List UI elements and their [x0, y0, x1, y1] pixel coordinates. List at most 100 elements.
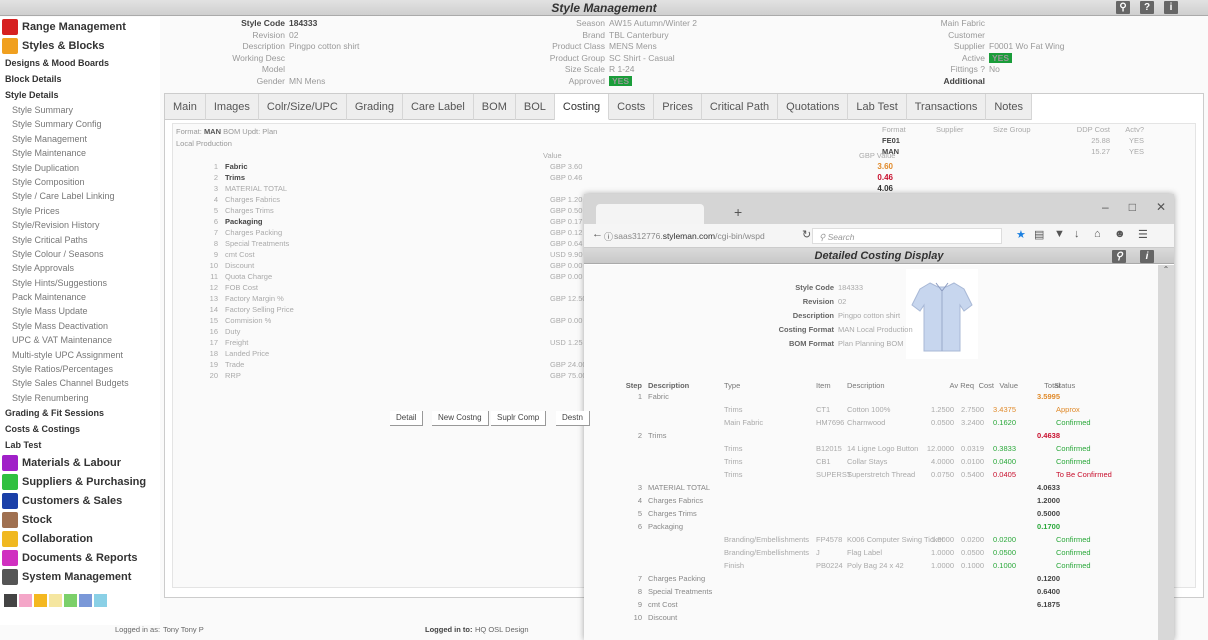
sidebar-item[interactable]: Style Renumbering	[0, 391, 160, 405]
sidebar: Range Management Styles & Blocks Designs &…	[0, 17, 160, 625]
bank-icon[interactable]	[19, 594, 32, 608]
tab-images[interactable]: Images	[206, 94, 259, 120]
format-code[interactable]: MAN	[882, 147, 899, 156]
search-icon[interactable]	[4, 594, 17, 608]
item-description: 14 Ligne Logo Button	[847, 444, 919, 453]
info-circle-icon[interactable]: ⓘ	[604, 230, 613, 243]
sidebar-module-system-management[interactable]: System Management	[0, 567, 160, 586]
emoji-icon[interactable]: ☻	[1114, 228, 1126, 240]
clock-icon[interactable]	[34, 594, 47, 608]
tab-main[interactable]: Main	[165, 94, 206, 120]
sidebar-item[interactable]: Style / Care Label Linking	[0, 189, 160, 203]
sidebar-item[interactable]: Style Critical Paths	[0, 233, 160, 247]
sidebar-item[interactable]: Style Mass Update	[0, 304, 160, 318]
tab-critical-path[interactable]: Critical Path	[702, 94, 779, 120]
sidebar-item[interactable]: Style Composition	[0, 175, 160, 189]
sidebar-module-stock[interactable]: Stock	[0, 510, 160, 529]
sidebar-item[interactable]: Multi-style UPC Assignment	[0, 348, 160, 362]
sidebar-item[interactable]: Style Mass Deactivation	[0, 319, 160, 333]
detail-button[interactable]: Detail	[390, 411, 424, 426]
sidebar-module-documents-reports[interactable]: Documents & Reports	[0, 548, 160, 567]
user-search-icon[interactable]: ⚲	[1112, 250, 1126, 263]
tab-costing[interactable]: Costing	[554, 94, 610, 120]
info-value: Plan Planning BOM	[838, 339, 904, 348]
sidebar-module-customers-sales[interactable]: Customers & Sales	[0, 491, 160, 510]
sidebar-module-materials-labour[interactable]: Materials & Labour	[0, 453, 160, 472]
sidebar-item[interactable]: Style Management	[0, 132, 160, 146]
url-field[interactable]: saas312776.styleman.com/cgi-bin/wspd	[614, 228, 814, 244]
sidebar-item[interactable]: Style Ratios/Percentages	[0, 362, 160, 376]
sidebar-module-suppliers-purchasing[interactable]: Suppliers & Purchasing	[0, 472, 160, 491]
scroll-up-icon[interactable]: ⌃	[1158, 265, 1174, 274]
info-icon[interactable]: i	[1164, 1, 1178, 14]
sidebar-section[interactable]: Grading & Fit Sessions	[0, 405, 160, 421]
sidebar-item[interactable]: Style/Revision History	[0, 218, 160, 232]
sidebar-section[interactable]: Costs & Costings	[0, 421, 160, 437]
sidebar-item[interactable]: UPC & VAT Maintenance	[0, 333, 160, 347]
tab-bol[interactable]: BOL	[516, 94, 555, 120]
home-icon[interactable]: ⌂	[1094, 228, 1101, 240]
table-header: Cost	[978, 381, 994, 390]
tab-bom[interactable]: BOM	[474, 94, 516, 120]
clipboard-icon[interactable]: ▤	[1034, 228, 1044, 241]
sidebar-section-block-details[interactable]: Block Details	[0, 71, 160, 87]
format-code[interactable]: FE01	[882, 136, 900, 145]
info-icon[interactable]: i	[1140, 250, 1154, 263]
sidebar-item[interactable]: Style Colour / Seasons	[0, 247, 160, 261]
browser-tab[interactable]	[596, 204, 704, 224]
pocket-icon[interactable]: ▼	[1054, 228, 1065, 240]
minimize-button[interactable]: –	[1102, 200, 1109, 214]
sidebar-item[interactable]: Style Hints/Suggestions	[0, 276, 160, 290]
row-description: Landed Price	[225, 349, 270, 358]
reload-icon[interactable]: ↻	[802, 228, 811, 241]
step-description: Charges Packing	[648, 574, 706, 583]
tab-notes[interactable]: Notes	[986, 94, 1033, 120]
tab-transactions[interactable]: Transactions	[907, 94, 987, 120]
tab-prices[interactable]: Prices	[654, 94, 702, 120]
sidebar-item[interactable]: Style Summary Config	[0, 117, 160, 131]
close-button[interactable]: ✕	[1156, 200, 1166, 214]
tab-lab-test[interactable]: Lab Test	[848, 94, 907, 120]
sidebar-section[interactable]: Lab Test	[0, 437, 160, 453]
arrow-icon[interactable]	[94, 594, 107, 608]
header-field-label: Approved	[568, 75, 605, 86]
back-icon[interactable]: ←	[592, 228, 603, 240]
new-costing-button[interactable]: New Costng	[432, 411, 489, 426]
row-description: Duty	[225, 327, 241, 336]
columns-icon[interactable]	[79, 594, 92, 608]
search-icon[interactable]: ⚲	[1116, 1, 1130, 14]
sidebar-item[interactable]: Style Sales Channel Budgets	[0, 376, 160, 390]
help-icon[interactable]: ?	[1140, 1, 1154, 14]
detail-row: 4 Charges Fabrics 1.2000	[584, 496, 1154, 508]
warning-icon[interactable]	[49, 594, 62, 608]
bookmark-star-icon[interactable]: ★	[1016, 228, 1026, 241]
new-tab-button[interactable]: +	[734, 204, 742, 220]
sidebar-section-style-details[interactable]: Style Details	[0, 87, 160, 103]
download-icon[interactable]: ↓	[1074, 228, 1080, 240]
tab-costs[interactable]: Costs	[609, 94, 655, 120]
tab-grading[interactable]: Grading	[347, 94, 403, 120]
supplier-comp-button[interactable]: Suplr Comp	[491, 411, 547, 426]
menu-icon[interactable]: ☰	[1138, 228, 1148, 241]
sidebar-module-styles-blocks[interactable]: Styles & Blocks	[0, 36, 160, 55]
step-number: 2	[637, 431, 642, 440]
sidebar-item[interactable]: Style Maintenance	[0, 146, 160, 160]
header-field-value: YES	[609, 75, 633, 86]
sidebar-section-designs-mood-boards[interactable]: Designs & Mood Boards	[0, 55, 160, 71]
tab-care-label[interactable]: Care Label	[403, 94, 474, 120]
table-header: Step	[625, 381, 642, 390]
tab-colr-size-upc[interactable]: Colr/Size/UPC	[259, 94, 347, 120]
sidebar-module-collaboration[interactable]: Collaboration	[0, 529, 160, 548]
tab-quotations[interactable]: Quotations	[778, 94, 849, 120]
export-icon[interactable]	[64, 594, 77, 608]
popup-scrollbar[interactable]: ⌃	[1158, 265, 1174, 640]
sidebar-item[interactable]: Style Prices	[0, 204, 160, 218]
search-input[interactable]: ⚲ Search	[812, 228, 1002, 244]
maximize-button[interactable]: □	[1129, 200, 1136, 214]
sidebar-item[interactable]: Style Approvals	[0, 261, 160, 275]
sidebar-module-range-management[interactable]: Range Management	[0, 17, 160, 36]
sidebar-item[interactable]: Style Duplication	[0, 161, 160, 175]
sidebar-item[interactable]: Style Summary	[0, 103, 160, 117]
destination-button[interactable]: Destn	[556, 411, 590, 426]
sidebar-item[interactable]: Pack Maintenance	[0, 290, 160, 304]
